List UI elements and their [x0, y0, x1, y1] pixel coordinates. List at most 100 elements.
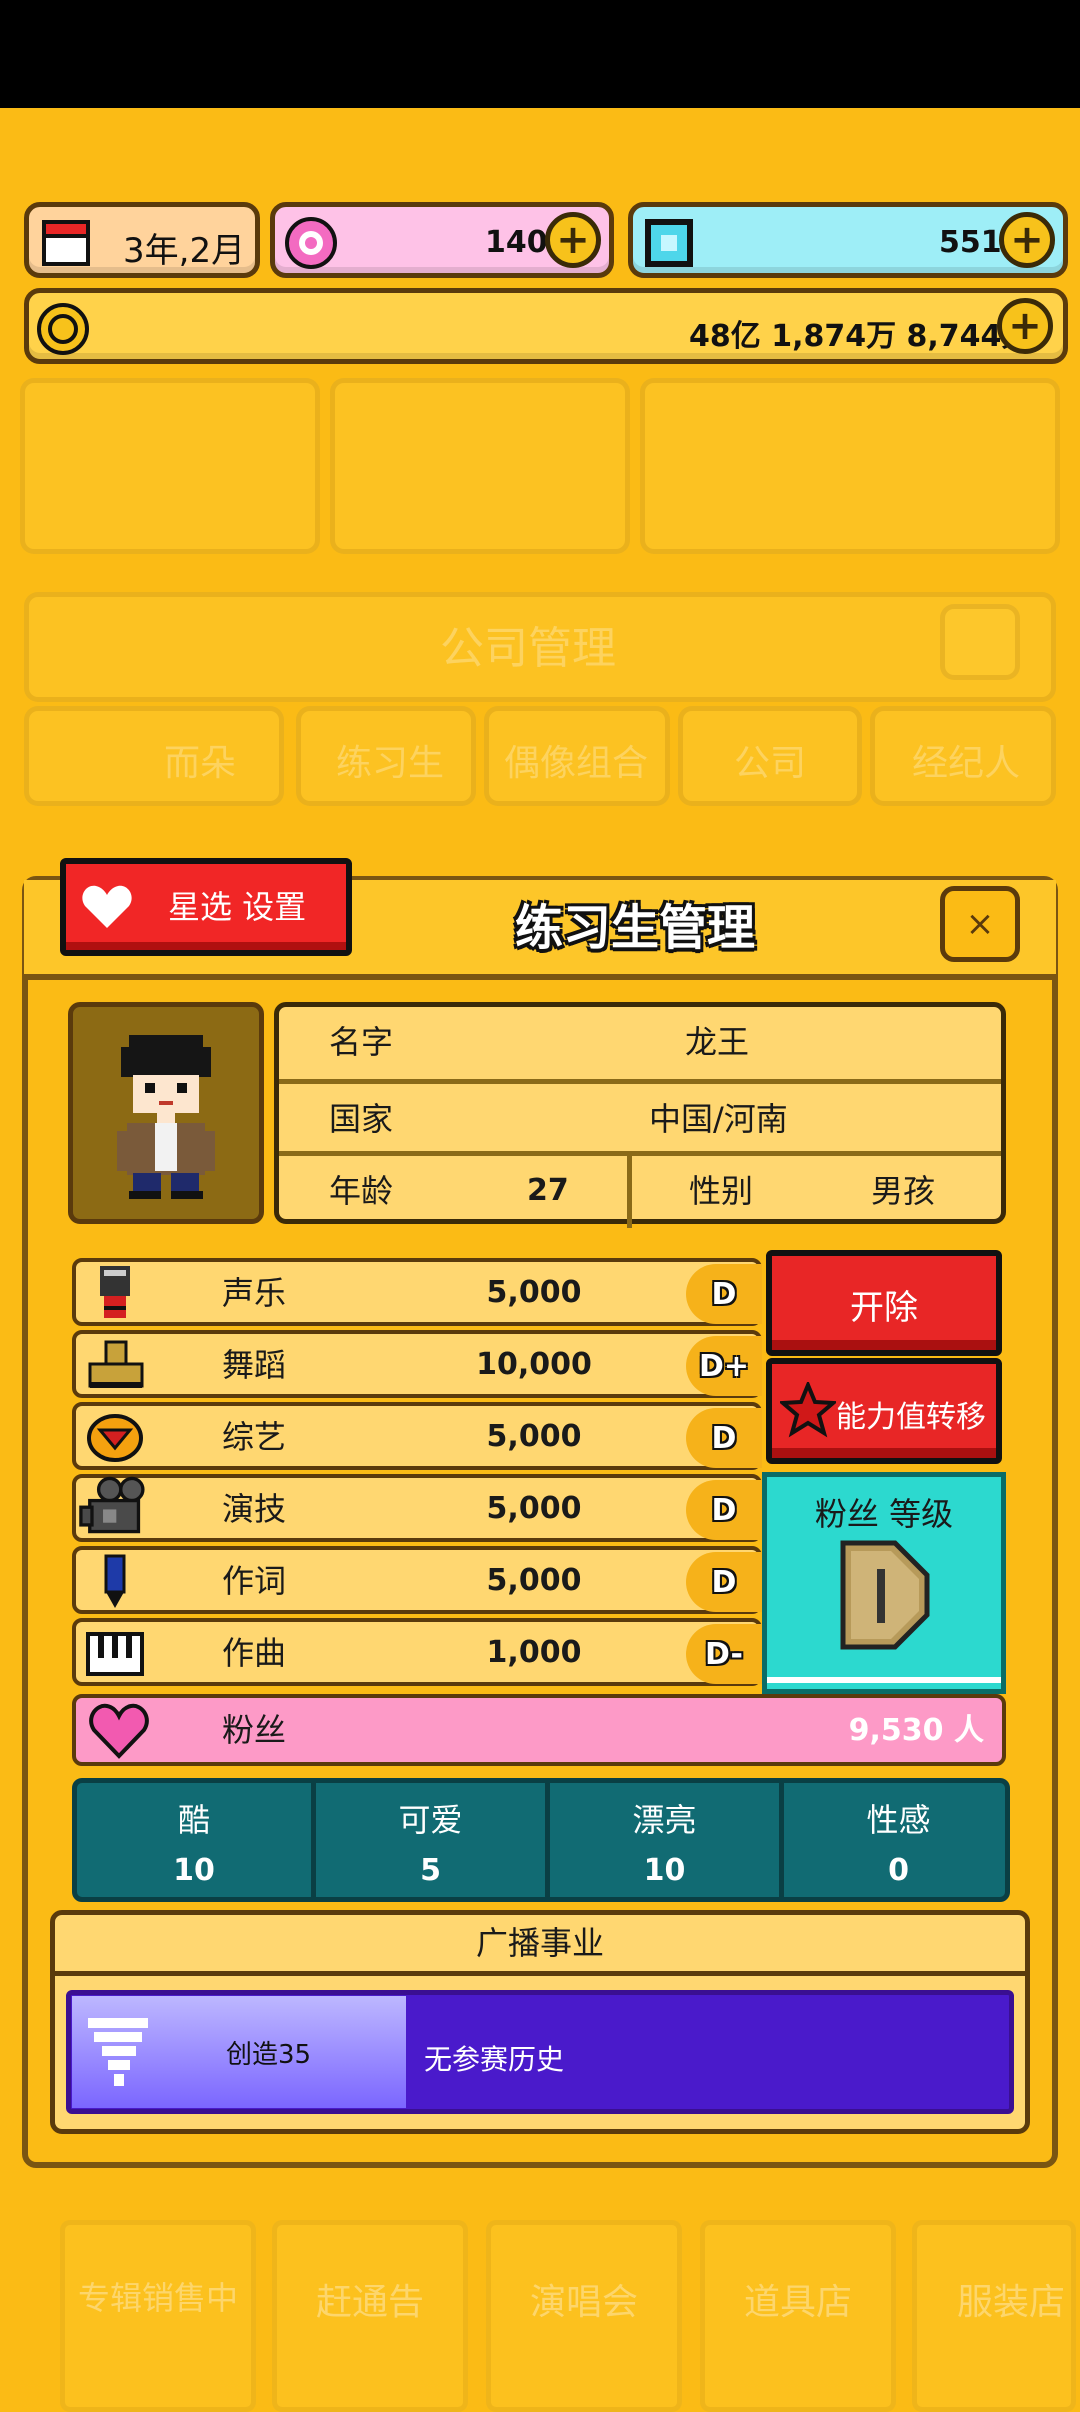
fan-level-panel[interactable]: 粉丝 等级 — [762, 1472, 1006, 1694]
stat-grade: D — [686, 1480, 762, 1540]
trainee-info-card: 名字 龙王 国家 中国/河南 年龄 27 性别 男孩 — [274, 1002, 1006, 1228]
attr-sexy: 性感 0 — [779, 1783, 1013, 1897]
stat-transfer-button[interactable]: 能力值转移 — [766, 1358, 1002, 1464]
date-display: 3年,2月 — [24, 202, 260, 278]
camera-icon — [79, 1476, 145, 1534]
bowl-icon — [87, 1414, 143, 1462]
fans-label: 粉丝 — [222, 1711, 287, 1749]
bg-tab-label: 经纪人 — [912, 743, 1021, 784]
close-button[interactable]: × — [940, 886, 1020, 962]
program-badge: 创造35 — [72, 1996, 406, 2108]
bg-nav-clothing-shop: 服装店 — [912, 2220, 1076, 2412]
attr-label: 可爱 — [398, 1801, 463, 1839]
stat-row-dance[interactable]: 舞蹈 10,000 D+ — [72, 1330, 762, 1398]
stat-name: 演技 — [222, 1490, 287, 1528]
pink-heart-icon — [89, 1703, 149, 1759]
stat-value: 5,000 — [486, 1419, 582, 1454]
stat-row-composition[interactable]: 作曲 1,000 D- — [72, 1618, 762, 1686]
fan-level-label: 粉丝 等级 — [814, 1495, 954, 1533]
stat-grade: D — [686, 1552, 762, 1612]
heart-icon — [82, 885, 132, 928]
pink-currency-value: 140 — [485, 225, 548, 260]
bg-tab-label: 而朵 — [164, 743, 237, 784]
stat-value: 10,000 — [476, 1347, 592, 1382]
bg-nav-concert: 演唱会 — [486, 2220, 682, 2412]
attr-value: 10 — [643, 1853, 686, 1888]
diamond-icon — [645, 219, 693, 267]
stat-value: 5,000 — [486, 1563, 582, 1598]
stat-row-variety[interactable]: 综艺 5,000 D — [72, 1402, 762, 1470]
star-select-settings-button[interactable]: 星选 设置 — [60, 858, 352, 956]
attr-pretty: 漂亮 10 — [545, 1783, 779, 1897]
stat-value: 1,000 — [486, 1635, 582, 1670]
pen-icon — [104, 1554, 126, 1608]
bg-panel-title: 公司管理 — [440, 623, 616, 674]
money-bar: 48亿 1,874万 8,744元 + — [24, 288, 1068, 364]
country-label: 国家 — [329, 1100, 394, 1138]
gem-currency-value: 551 — [939, 225, 1002, 260]
close-icon: × — [965, 904, 995, 944]
shoe-icon — [88, 1340, 144, 1388]
bg-nav-album: 专辑销售中 — [60, 2220, 256, 2412]
fans-row: 粉丝 9,530 人 — [72, 1694, 1006, 1766]
fire-label: 开除 — [850, 1288, 918, 1328]
calendar-icon — [42, 220, 90, 266]
country-value: 中国/河南 — [649, 1100, 788, 1138]
stat-row-lyrics[interactable]: 作词 5,000 D — [72, 1546, 762, 1614]
bg-nav-schedule: 赶通告 — [272, 2220, 468, 2412]
fans-value: 9,530 人 — [848, 1713, 984, 1748]
bg-nav-item-shop: 道具店 — [700, 2220, 896, 2412]
bg-menu-icon — [330, 378, 630, 554]
attr-label: 酷 — [177, 1801, 210, 1839]
money-value: 48亿 1,874万 8,744元 — [689, 319, 1032, 354]
stat-grade: D+ — [686, 1336, 762, 1396]
stat-grade: D- — [686, 1624, 762, 1684]
stat-name: 声乐 — [222, 1274, 287, 1312]
attr-label: 性感 — [866, 1801, 931, 1839]
status-bar — [0, 0, 1080, 108]
coin-icon — [37, 303, 89, 355]
stat-name: 作词 — [222, 1562, 287, 1600]
add-gem-currency-button[interactable]: + — [999, 212, 1055, 268]
stat-name: 作曲 — [222, 1634, 287, 1672]
attribute-panel: 酷 10 可爱 5 漂亮 10 性感 0 — [72, 1778, 1010, 1902]
stat-grade: D — [686, 1408, 762, 1468]
stat-row-acting[interactable]: 演技 5,000 D — [72, 1474, 762, 1542]
pink-orb-icon — [285, 217, 337, 269]
name-row: 名字 龙王 — [279, 1007, 1001, 1079]
bg-menu-icon — [640, 378, 1060, 554]
bg-menu-icon — [20, 378, 320, 554]
attr-value: 0 — [888, 1853, 909, 1888]
bg-panel-close — [940, 604, 1020, 680]
program-history: 无参赛历史 — [424, 2043, 565, 2076]
attr-cute: 可爱 5 — [311, 1783, 545, 1897]
attr-value: 10 — [173, 1853, 215, 1888]
stat-value: 5,000 — [486, 1275, 582, 1310]
stats-table: 声乐 5,000 D 舞蹈 10,000 D+ 综艺 5,000 D 演技 5,… — [72, 1258, 762, 1694]
add-pink-currency-button[interactable]: + — [545, 212, 601, 268]
attr-cool: 酷 10 — [77, 1783, 311, 1897]
bg-tab — [24, 706, 284, 806]
microphone-icon — [100, 1266, 130, 1318]
piano-icon — [86, 1632, 144, 1676]
trainee-avatar — [117, 1035, 215, 1199]
stat-grade: D — [686, 1264, 762, 1324]
broadcast-title: 广播事业 — [50, 1910, 1030, 1976]
gender-label: 性别 — [689, 1172, 754, 1210]
fan-level-underline — [767, 1677, 1001, 1683]
country-row: 国家 中国/河南 — [279, 1079, 1001, 1151]
bg-tab-label: 公司 — [734, 743, 807, 784]
age-gender-row: 年龄 27 性别 男孩 — [279, 1151, 1001, 1228]
star-select-label: 星选 设置 — [168, 888, 307, 926]
dialog-title: 练习生管理 — [514, 900, 755, 956]
trainee-avatar-frame — [68, 1002, 264, 1224]
stat-name: 舞蹈 — [222, 1346, 287, 1384]
bg-tab-label: 练习生 — [336, 743, 445, 784]
age-label: 年龄 — [329, 1172, 394, 1210]
fire-button[interactable]: 开除 — [766, 1250, 1002, 1356]
gender-value: 男孩 — [871, 1172, 936, 1210]
add-money-button[interactable]: + — [997, 298, 1053, 354]
fan-level-badge — [840, 1540, 930, 1650]
gem-currency-bar: 551 + — [628, 202, 1068, 278]
stat-row-vocal[interactable]: 声乐 5,000 D — [72, 1258, 762, 1326]
